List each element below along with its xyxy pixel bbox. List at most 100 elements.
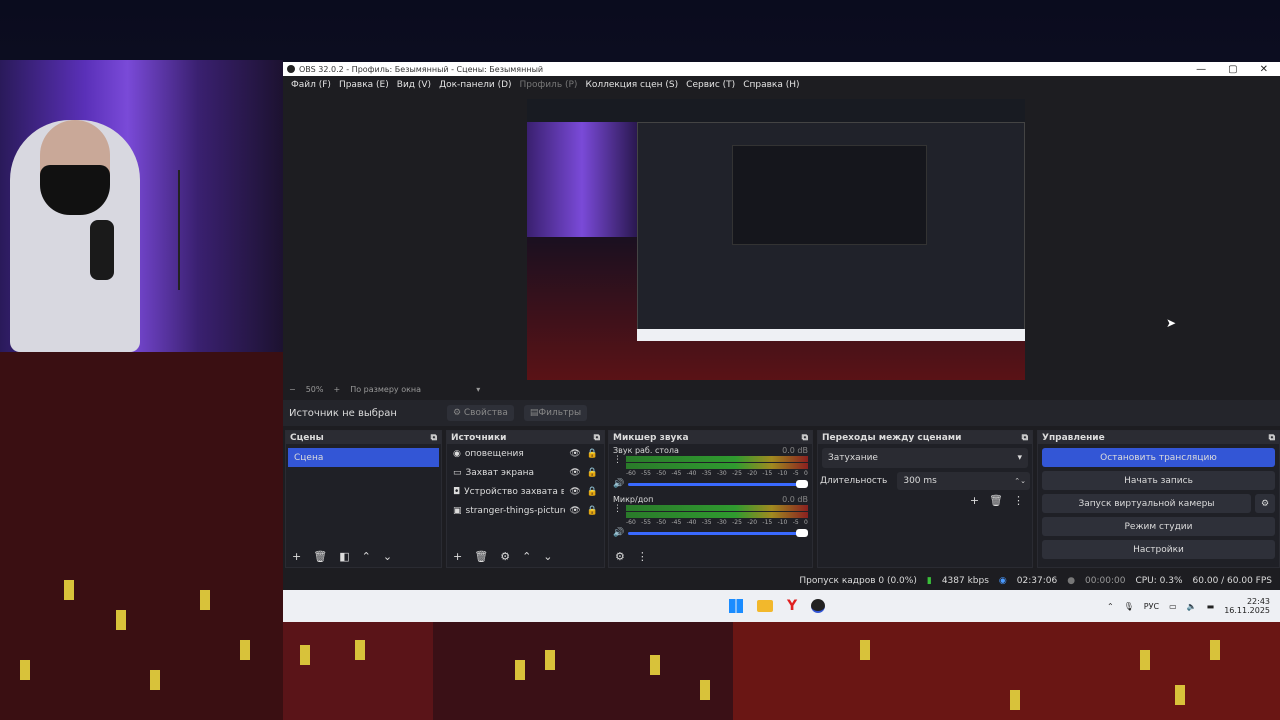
spinner-icon[interactable]: ⌃⌄ [1014, 477, 1026, 485]
filters-button[interactable]: ▤Фильтры [523, 405, 588, 421]
kebab-icon[interactable]: ⋮ [1013, 494, 1024, 507]
language-indicator[interactable]: РУС [1144, 602, 1159, 611]
eye-icon[interactable]: 👁 [569, 487, 580, 497]
chevron-up-icon[interactable]: ⌃ [522, 550, 531, 563]
zoom-out-button[interactable]: − [289, 385, 296, 394]
lock-icon[interactable]: 🔒 [587, 506, 598, 516]
trash-icon[interactable]: 🗑 [313, 550, 327, 563]
network-icon[interactable]: ▭ [1169, 602, 1177, 611]
lock-icon[interactable]: 🔒 [587, 449, 598, 459]
maximize-button[interactable]: ▢ [1228, 64, 1237, 75]
chevron-up-icon[interactable]: ⌃ [1107, 602, 1114, 611]
clock-time[interactable]: 22:43 [1247, 597, 1270, 606]
no-source-label: Источник не выбран [289, 407, 397, 419]
close-button[interactable]: ✕ [1260, 64, 1268, 75]
chevron-up-icon[interactable]: ⌃ [362, 550, 371, 563]
menu-profile[interactable]: Профиль (P) [516, 80, 582, 90]
controls-dock: Управление ⧉ Остановить трансляцию Начать… [1037, 430, 1280, 568]
gear-icon[interactable]: ⚙ [500, 550, 510, 563]
menu-docks[interactable]: Док-панели (D) [435, 80, 515, 90]
source-item[interactable]: ▣ stranger-things-pictures-€ 👁 🔒 [447, 501, 604, 520]
volume-meter [626, 456, 808, 462]
folder-icon[interactable] [757, 600, 773, 612]
transition-select[interactable]: Затухание ▾ [822, 448, 1028, 468]
settings-button[interactable]: Настройки [1042, 540, 1275, 559]
chevron-down-icon[interactable]: ▾ [476, 385, 480, 394]
minimize-button[interactable]: — [1196, 64, 1206, 75]
trash-icon[interactable]: 🗑 [474, 550, 488, 563]
zoom-fit-select[interactable]: По размеру окна [350, 385, 466, 394]
source-name: Захват экрана [465, 467, 535, 478]
stop-stream-button[interactable]: Остановить трансляцию [1042, 448, 1275, 467]
volume-icon[interactable]: 🔈 [1187, 602, 1197, 611]
eye-icon[interactable]: 👁 [569, 506, 580, 516]
source-name: Устройство захвата виде [464, 486, 565, 497]
scenes-title: Сцены [290, 432, 324, 443]
dock-float-icon[interactable]: ⧉ [1022, 433, 1028, 443]
source-toolbar: Источник не выбран ⚙ Свойства ▤Фильтры [283, 400, 1280, 426]
menu-scene-collection[interactable]: Коллекция сцен (S) [581, 80, 682, 90]
lock-icon[interactable]: 🔒 [587, 487, 598, 497]
volume-meter [626, 512, 808, 518]
chevron-down-icon[interactable]: ⌄ [383, 550, 392, 563]
yandex-browser-icon[interactable]: Y [787, 598, 797, 614]
menu-tools[interactable]: Сервис (T) [682, 80, 739, 90]
kebab-icon[interactable]: ⋮ [613, 504, 622, 514]
preview-webcam [527, 122, 637, 237]
channel-name: Микр/доп [613, 495, 654, 504]
trash-icon[interactable]: 🗑 [989, 494, 1003, 507]
windows-start-icon[interactable] [729, 599, 743, 613]
add-icon[interactable]: + [453, 550, 462, 563]
volume-slider[interactable] [628, 479, 808, 488]
menu-help[interactable]: Справка (H) [739, 80, 803, 90]
properties-button[interactable]: ⚙ Свойства [446, 405, 514, 421]
controls-title: Управление [1042, 432, 1105, 443]
dock-float-icon[interactable]: ⧉ [431, 433, 437, 443]
mixer-title: Микшер звука [613, 432, 689, 443]
scene-item-label: Сцена [294, 452, 324, 463]
zoom-in-button[interactable]: + [333, 385, 340, 394]
virtual-camera-settings[interactable]: ⚙ [1255, 494, 1275, 513]
speaker-icon[interactable]: 🔊 [613, 528, 624, 538]
chevron-down-icon[interactable]: ⌄ [543, 550, 552, 563]
advanced-audio-icon[interactable]: ⚙ [615, 550, 625, 563]
studio-mode-button[interactable]: Режим студии [1042, 517, 1275, 536]
dock-float-icon[interactable]: ⧉ [594, 433, 600, 443]
menu-view[interactable]: Вид (V) [393, 80, 435, 90]
bitrate: 4387 kbps [941, 576, 989, 586]
dock-float-icon[interactable]: ⧉ [802, 433, 808, 443]
source-item[interactable]: ◉ оповещения 👁 🔒 [447, 444, 604, 463]
eye-icon[interactable]: 👁 [569, 449, 580, 459]
filter-icon[interactable]: ◧ [339, 550, 349, 563]
source-item[interactable]: ▭ Захват экрана 👁 🔒 [447, 463, 604, 482]
chevron-down-icon: ▾ [1017, 453, 1022, 463]
menu-edit[interactable]: Правка (E) [335, 80, 393, 90]
source-item[interactable]: ◘ Устройство захвата виде 👁 🔒 [447, 482, 604, 501]
stream-time: 02:37:06 [1016, 576, 1058, 586]
add-icon[interactable]: + [970, 494, 979, 507]
menu-file[interactable]: Файл (F) [287, 80, 335, 90]
fps: 60.00 / 60.00 FPS [1192, 576, 1272, 586]
volume-slider[interactable] [628, 528, 808, 537]
eye-icon[interactable]: 👁 [569, 468, 580, 478]
virtual-camera-button[interactable]: Запуск виртуальной камеры [1042, 494, 1251, 513]
speaker-icon[interactable]: 🔊 [613, 479, 624, 489]
add-icon[interactable]: + [292, 550, 301, 563]
volume-meter [626, 505, 808, 511]
start-record-button[interactable]: Начать запись [1042, 471, 1275, 490]
kebab-icon[interactable]: ⋮ [613, 455, 622, 465]
kebab-icon[interactable]: ⋮ [637, 550, 648, 563]
properties-label: Свойства [463, 408, 508, 418]
gear-icon: ⚙ [452, 408, 462, 418]
obs-taskbar-icon[interactable] [811, 599, 826, 613]
battery-icon[interactable]: ▬ [1207, 602, 1215, 611]
lock-icon[interactable]: 🔒 [587, 468, 598, 478]
microphone-icon[interactable]: 🎙 [1124, 602, 1134, 611]
scene-item[interactable]: Сцена [288, 448, 439, 467]
title-bar: OBS 32.0.2 - Профиль: Безымянный - Сцены… [283, 62, 1280, 76]
dock-float-icon[interactable]: ⧉ [1269, 433, 1275, 443]
preview-canvas[interactable] [527, 99, 1025, 380]
clock-date[interactable]: 16.11.2025 [1224, 606, 1270, 615]
duration-input[interactable]: 300 ms ⌃⌄ [897, 472, 1030, 490]
source-name: оповещения [464, 448, 524, 459]
